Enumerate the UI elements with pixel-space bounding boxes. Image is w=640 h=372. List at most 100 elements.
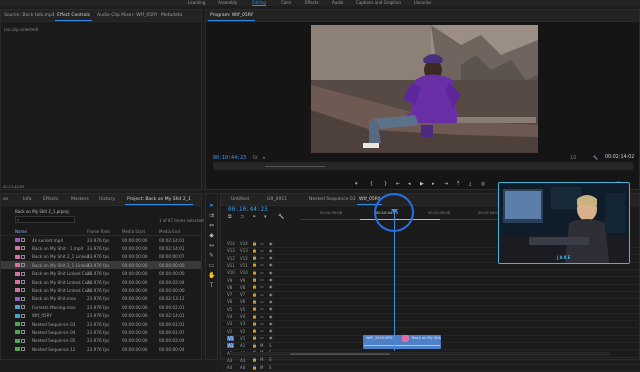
label-color-chip[interactable] [15, 246, 20, 251]
selection-tool-icon[interactable]: ➤ [208, 202, 215, 209]
snap-icon[interactable]: ⊃ [240, 214, 244, 220]
transport-controls: ▾ { } ⇤ ◂ ▶ ▸ ⇥ ⤒ ⤓ ◎ [350, 181, 500, 189]
project-list-item[interactable]: Back on My Shit Linked Com 23.976 fps 00:0… [1, 278, 201, 286]
workspace-tab-effects[interactable]: Effects [305, 0, 319, 5]
nest-toggle-icon[interactable]: ⧉ [228, 214, 232, 220]
project-list-item[interactable]: Nested Sequence 04 23.976 fps 00:00:00:00 0… [1, 328, 201, 336]
seq-tab-nested[interactable]: Nested Sequence 03 [309, 197, 356, 202]
label-color-chip[interactable] [15, 313, 20, 318]
lock-icon[interactable]: 🔒 [252, 365, 257, 370]
program-timecode[interactable]: 00:10:44:23 [213, 155, 246, 161]
hand-tool-icon[interactable]: ✋ [208, 272, 215, 279]
workspace-tab-libraries[interactable]: Libraries [414, 0, 431, 5]
label-color-chip[interactable] [15, 254, 20, 259]
mute-icon[interactable]: M [260, 365, 263, 370]
track-label[interactable]: A4 [240, 365, 245, 370]
out-point-icon[interactable]: } [384, 181, 387, 187]
type-tool-icon[interactable]: T [208, 282, 215, 289]
quality-dropdown[interactable]: 1/2 [570, 155, 576, 160]
column-media-start[interactable]: Media Start [122, 229, 145, 234]
label-color-chip[interactable] [15, 347, 20, 352]
step-back-icon[interactable]: ◂ [408, 181, 411, 187]
tab-markers[interactable]: Markers [71, 197, 89, 202]
project-list-item[interactable]: Back on My Shit 2_1 Linked 23.976 fps 00:0… [1, 253, 201, 261]
project-list-item[interactable]: Back on My Shit - 1.mp4 23.976 fps 00:00:0… [1, 244, 201, 252]
project-list-item[interactable]: Nested Sequence 03 23.976 fps 00:00:00:00 0… [1, 320, 201, 328]
audio-track[interactable]: A4 A4 🔒 M S [222, 364, 640, 372]
fit-dropdown[interactable]: Fit [253, 155, 258, 160]
marker-icon[interactable]: ▾ [355, 181, 358, 187]
fit-chevron-icon[interactable]: ▾ [263, 155, 265, 160]
timeline-timecode[interactable]: 00:10:44:23 [228, 206, 268, 213]
label-color-chip[interactable] [15, 263, 20, 268]
add-marker-icon[interactable]: ▾ [264, 214, 267, 220]
lift-icon[interactable]: ⤒ [457, 181, 459, 187]
step-forward-icon[interactable]: ▸ [432, 181, 435, 187]
project-search-input[interactable]: ⌕ [15, 216, 75, 223]
in-point-icon[interactable]: { [370, 181, 373, 187]
project-list-item[interactable]: Nested Sequence 12 23.976 fps 00:00:00:00 0… [1, 345, 201, 353]
column-name[interactable]: Name [15, 229, 27, 234]
workspace-tab-captions[interactable]: Captions and Graphics [356, 0, 401, 5]
tab-metadata[interactable]: Metadata [161, 13, 182, 18]
play-icon[interactable]: ▶ [420, 181, 424, 187]
tab-es[interactable]: es [3, 197, 8, 202]
project-list-item[interactable]: Back on My Shit.mov 23.976 fps 00:00:00:00… [1, 295, 201, 303]
scrollbar-thumb[interactable] [290, 353, 390, 355]
label-color-chip[interactable] [15, 280, 20, 284]
track-select-icon[interactable]: ⇉ [208, 212, 215, 219]
label-color-chip[interactable] [15, 322, 20, 326]
webcam-overlay: JAKE [498, 182, 630, 264]
linked-selection-icon[interactable]: ⚭ [252, 214, 256, 220]
program-scrubber[interactable] [213, 162, 633, 170]
project-list-item[interactable]: Forrests Moving.mov 23.976 fps 00:00:00:00… [1, 303, 201, 311]
timeline-scrollbar[interactable] [230, 352, 610, 356]
source-timecode: 00:13:44:05 [3, 185, 25, 189]
workspace-tab-editing[interactable]: Editing [252, 0, 266, 6]
pen-tool-icon[interactable]: ✎ [208, 252, 215, 259]
export-frame-icon[interactable]: ◎ [481, 181, 485, 187]
go-to-in-icon[interactable]: ⇤ [396, 181, 400, 187]
tab-project[interactable]: Project: Back on My Shit 2_1 [125, 197, 193, 205]
timeline-settings-icon[interactable]: 🔧 [278, 214, 284, 220]
label-color-chip[interactable] [15, 338, 20, 343]
workspace-tab-assembly[interactable]: Assembly [218, 0, 237, 5]
workspace-tab-color[interactable]: Color [281, 0, 291, 5]
seq-tab-untitled[interactable]: Untitled [231, 197, 249, 202]
wrench-icon[interactable]: 🔧 [593, 155, 598, 160]
label-color-chip[interactable] [15, 271, 20, 276]
tab-source[interactable]: Source: Back talk.mp4 [4, 13, 55, 18]
label-color-chip[interactable] [15, 296, 20, 301]
project-list-item[interactable]: Back on My Shit 2_1 Linked 23.976 fps 00:0… [1, 261, 201, 270]
tab-info[interactable]: Info [23, 197, 32, 202]
razor-tool-icon[interactable]: ◆ [208, 232, 215, 239]
rectangle-tool-icon[interactable]: ▭ [208, 262, 215, 269]
seq-tab-g9[interactable]: G9_0911 [267, 197, 287, 202]
tab-effects[interactable]: Effects [43, 197, 58, 202]
project-list-item[interactable]: Nested Sequence 05 23.976 fps 00:00:00:00 0… [1, 337, 201, 345]
label-color-chip[interactable] [15, 305, 20, 310]
column-media-end[interactable]: Media End [159, 229, 180, 234]
project-list-item[interactable]: Wtf_05RY 23.976 fps 00:00:00:00 00:02:14:01 [1, 312, 201, 320]
extract-icon[interactable]: ⤓ [469, 181, 471, 187]
program-title[interactable]: Program: Wtf_05RY [207, 13, 256, 21]
tab-audio-clip-mixer[interactable]: Audio Clip Mixer: Wtf_05RY [97, 13, 158, 18]
tab-effect-controls[interactable]: Effect Controls [55, 13, 92, 21]
label-color-chip[interactable] [15, 238, 20, 242]
item-frame-rate: 23.976 fps [87, 338, 110, 344]
tab-history[interactable]: History [99, 197, 115, 202]
slip-tool-icon[interactable]: ↔ [208, 242, 215, 249]
solo-icon[interactable]: S [269, 365, 272, 370]
workspace-tab-learning[interactable]: Learning [188, 0, 205, 5]
workspace-tab-audio[interactable]: Audio [332, 0, 343, 5]
project-list-item[interactable]: Back on My Shit Linked Com 23.976 fps 00:0… [1, 270, 201, 278]
go-to-out-icon[interactable]: ⇥ [444, 181, 448, 187]
column-frame-rate[interactable]: Frame Rate [87, 229, 110, 234]
track-source-patch[interactable]: A4 [227, 365, 232, 370]
label-color-chip[interactable] [15, 288, 20, 293]
project-list-item[interactable]: Back on My Shit Linked Com 23.976 fps 00:0… [1, 286, 201, 294]
ripple-edit-icon[interactable]: ⇔ [208, 222, 215, 229]
label-color-chip[interactable] [15, 330, 20, 335]
project-list-item[interactable]: 4k sunset.mp4 23.976 fps 00:00:00:00 00:02:… [1, 236, 201, 244]
item-frame-rate: 23.976 fps [87, 329, 110, 335]
